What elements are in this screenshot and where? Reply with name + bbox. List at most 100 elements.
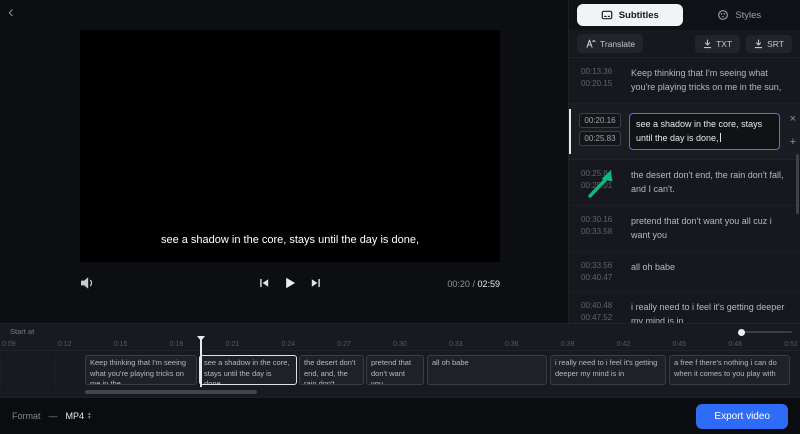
selected-row-indicator xyxy=(569,109,571,154)
panel-toolbar: Translate TXT SRT xyxy=(569,30,800,58)
ruler-tick: 0:27 xyxy=(337,341,351,348)
video-stage: ‹ see a shadow in the core, stays until … xyxy=(0,0,568,323)
video-player[interactable]: see a shadow in the core, stays until th… xyxy=(80,30,500,262)
download-icon xyxy=(703,39,712,49)
timeline-clip[interactable]: all oh babe xyxy=(427,355,547,385)
subtitle-row[interactable]: 00:25.84 00:29.01 the desert don't end, … xyxy=(569,160,800,206)
play-icon[interactable] xyxy=(283,276,297,290)
close-icon[interactable]: × xyxy=(790,114,796,125)
timeline-clip-text: i really need to i feel it's getting dee… xyxy=(555,358,657,378)
download-txt-button[interactable]: TXT xyxy=(695,35,740,53)
timeline-clip-track: Keep thinking that I'm seeing what you'r… xyxy=(0,355,800,389)
ruler-tick: 0:12 xyxy=(58,341,72,348)
transport-controls xyxy=(258,276,322,290)
subtitle-start-time: 00:13.36 xyxy=(581,67,623,76)
subtitle-times: 00:40.48 00:47.52 xyxy=(581,301,623,323)
timeline-playhead[interactable] xyxy=(200,337,202,387)
ruler-tick: 0:21 xyxy=(226,341,240,348)
back-chevron-icon[interactable]: ‹ xyxy=(8,2,14,22)
translate-button[interactable]: Translate xyxy=(577,34,643,53)
subtitle-start-time: 00:30.16 xyxy=(581,215,623,224)
time-separator: / xyxy=(472,279,475,289)
total-duration: 02:59 xyxy=(477,279,500,289)
tab-styles[interactable]: Styles xyxy=(687,4,793,26)
subtitle-end-time-input[interactable]: 00:25.83 xyxy=(579,131,621,146)
timeline-clip[interactable]: Keep thinking that I'm seeing what you'r… xyxy=(85,355,197,385)
download-srt-button[interactable]: SRT xyxy=(746,35,792,53)
player-controls: 00:20 / 02:59 xyxy=(80,273,500,297)
ruler-tick: 0:24 xyxy=(281,341,295,348)
subtitle-times: 00:30.16 00:33.58 xyxy=(581,215,623,242)
panel-scrollbar[interactable] xyxy=(796,154,799,214)
timeline-clip-text: a free f there's nothing i can do when i… xyxy=(674,358,777,378)
format-separator: — xyxy=(49,411,58,421)
timeline-header: Start at xyxy=(0,324,800,338)
subtitle-row[interactable]: 00:33.56 00:40.47 all oh babe xyxy=(569,252,800,292)
volume-icon[interactable] xyxy=(80,276,96,290)
srt-label: SRT xyxy=(767,39,784,49)
subtitle-end-time: 00:33.58 xyxy=(581,227,623,236)
ruler-tick: 0:42 xyxy=(617,341,631,348)
format-select[interactable]: MP4 ▴▾ xyxy=(66,411,91,421)
subtitle-row[interactable]: 00:30.16 00:33.58 pretend that don't wan… xyxy=(569,206,800,252)
txt-label: TXT xyxy=(716,39,732,49)
video-subtitle-overlay: see a shadow in the core, stays until th… xyxy=(90,234,490,246)
ruler-tick: 0:36 xyxy=(505,341,519,348)
tab-subtitles[interactable]: Subtitles xyxy=(577,4,683,26)
timeline-clip-text: pretend that don't want you xyxy=(371,358,411,385)
subtitle-start-time: 00:33.56 xyxy=(581,261,623,270)
timeline-clip-selected[interactable]: see a shadow in the core, stays until th… xyxy=(199,355,297,385)
subtitle-row[interactable]: 00:13.36 00:20.15 Keep thinking that I'm… xyxy=(569,58,800,104)
timeline-clip-text: the desert don't end, and, the rain don'… xyxy=(304,358,355,385)
subtitle-times: 00:33.56 00:40.47 xyxy=(581,261,623,282)
subtitle-end-time: 00:47.52 xyxy=(581,313,623,322)
subtitle-times: 00:13.36 00:20.15 xyxy=(581,67,623,94)
main-area: ‹ see a shadow in the core, stays until … xyxy=(0,0,800,323)
translate-icon xyxy=(585,38,596,49)
timeline-clip[interactable]: pretend that don't want you xyxy=(366,355,424,385)
subtitle-edit-input[interactable]: see a shadow in the core, stays until th… xyxy=(629,113,780,150)
format-label: Format xyxy=(12,411,41,421)
ruler-tick: 0:15 xyxy=(114,341,128,348)
timeline-clip-text: all oh babe xyxy=(432,358,469,367)
add-subtitle-icon[interactable]: + xyxy=(790,137,796,148)
subtitle-row-actions: × + xyxy=(790,114,796,148)
subtitle-times: 00:25.84 00:29.01 xyxy=(581,169,623,196)
timeline-ruler[interactable]: 0:09 0:12 0:15 0:18 0:21 0:24 0:27 0:30 … xyxy=(0,338,800,351)
translate-label: Translate xyxy=(600,39,635,49)
timeline-clip[interactable]: the desert don't end, and, the rain don'… xyxy=(299,355,364,385)
subtitle-end-time: 00:20.15 xyxy=(581,79,623,88)
subtitle-text[interactable]: pretend that don't want you all cuz i wa… xyxy=(631,215,790,242)
timeline: Start at 0:09 0:12 0:15 0:18 0:21 0:24 0… xyxy=(0,323,800,397)
timeline-clip[interactable]: a free f there's nothing i can do when i… xyxy=(669,355,790,385)
tab-subtitles-label: Subtitles xyxy=(619,10,659,21)
ruler-tick: 0:09 xyxy=(2,341,16,348)
footer-bar: Format — MP4 ▴▾ Export video xyxy=(0,397,800,434)
subtitle-end-time: 00:40.47 xyxy=(581,273,623,282)
subtitle-text[interactable]: i really need to i feel it's getting dee… xyxy=(631,301,790,323)
ruler-tick: 0:48 xyxy=(728,341,742,348)
subtitle-text[interactable]: the desert don't end, the rain don't fal… xyxy=(631,169,790,196)
format-stepper-icon[interactable]: ▴▾ xyxy=(88,412,91,421)
zoom-slider-handle[interactable] xyxy=(738,329,745,336)
subtitle-text[interactable]: all oh babe xyxy=(631,261,790,282)
tab-styles-label: Styles xyxy=(735,10,761,21)
start-at-label: Start at xyxy=(10,327,34,336)
subtitles-icon xyxy=(601,9,613,21)
export-video-button[interactable]: Export video xyxy=(696,404,788,429)
download-icon xyxy=(754,39,763,49)
subtitle-start-time-input[interactable]: 00:20.16 xyxy=(579,113,621,128)
subtitle-list: 00:13.36 00:20.15 Keep thinking that I'm… xyxy=(569,58,800,323)
subtitle-row-selected[interactable]: 00:20.16 00:25.83 see a shadow in the co… xyxy=(569,104,800,160)
subtitle-row[interactable]: 00:40.48 00:47.52 i really need to i fee… xyxy=(569,292,800,323)
timeline-clip[interactable]: i really need to i feel it's getting dee… xyxy=(550,355,666,385)
timeline-zoom-slider[interactable] xyxy=(740,331,792,333)
skip-back-icon[interactable] xyxy=(258,277,270,289)
subtitle-text[interactable]: Keep thinking that I'm seeing what you'r… xyxy=(631,67,790,94)
subtitle-start-time: 00:25.84 xyxy=(581,169,623,178)
ruler-tick: 0:30 xyxy=(393,341,407,348)
timeline-scrollbar[interactable] xyxy=(85,390,257,394)
ruler-tick: 0:45 xyxy=(673,341,687,348)
skip-forward-icon[interactable] xyxy=(310,277,322,289)
current-time: 00:20 xyxy=(447,279,470,289)
